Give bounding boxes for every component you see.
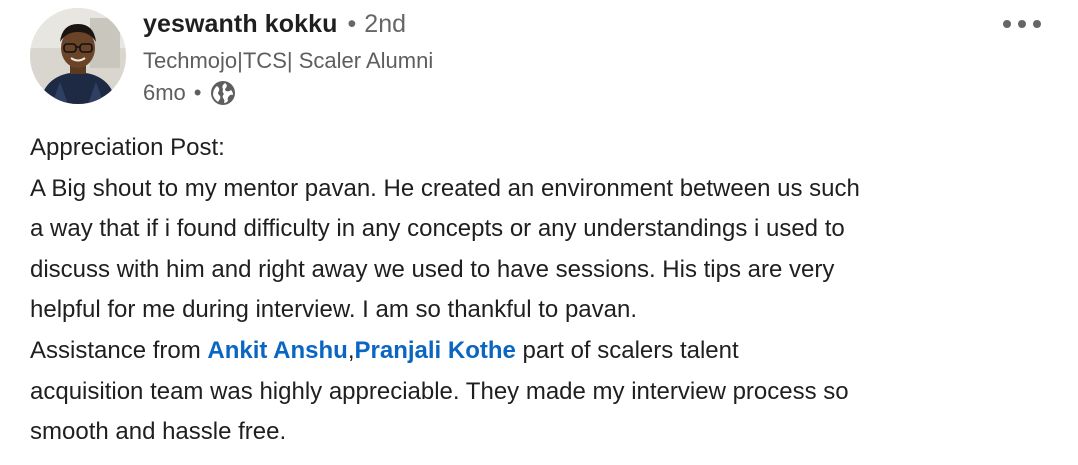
post-text-line: A Big shout to my mentor pavan. He creat… bbox=[30, 174, 860, 202]
mention-comma: , bbox=[347, 336, 355, 364]
author-name[interactable]: yeswanth kokku bbox=[143, 10, 338, 39]
name-line: yeswanth kokku • 2nd bbox=[143, 10, 433, 46]
post-text-line: a way that if i found difficulty in any … bbox=[30, 215, 845, 243]
post-text-line: acquisition team was highly appreciable.… bbox=[30, 377, 849, 405]
post-text-line: Appreciation Post: bbox=[30, 134, 225, 161]
post-body: Appreciation Post: A Big shout to my men… bbox=[30, 128, 1060, 453]
connection-degree: 2nd bbox=[364, 10, 407, 38]
avatar[interactable] bbox=[30, 8, 126, 104]
mention-pranjali-kothe[interactable]: Pranjali Kothe bbox=[355, 337, 516, 364]
more-horizontal-icon bbox=[1003, 20, 1041, 28]
mention-suffix: part of scalers talent bbox=[515, 336, 739, 364]
post-header: yeswanth kokku • 2nd Techmojo|TCS| Scale… bbox=[143, 10, 433, 108]
meta-separator: • bbox=[193, 80, 202, 105]
post-text-line: helpful for me during interview. I am so… bbox=[30, 296, 637, 324]
post-time: 6mo bbox=[143, 80, 186, 105]
more-options-button[interactable] bbox=[996, 6, 1048, 42]
avatar-image bbox=[30, 8, 126, 104]
post-text-line: discuss with him and right away we used … bbox=[30, 255, 835, 283]
post-text-line: smooth and hassle free. bbox=[30, 418, 287, 446]
author-headline: Techmojo|TCS| Scaler Alumni bbox=[143, 48, 434, 73]
post-text-line-mentions: Assistance from Ankit Anshu,Pranjali Kot… bbox=[30, 331, 1060, 372]
separator-dot: • bbox=[347, 10, 357, 38]
mention-prefix: Assistance from bbox=[30, 336, 208, 364]
mention-ankit-anshu[interactable]: Ankit Anshu bbox=[207, 337, 347, 364]
post-meta: 6mo • bbox=[143, 78, 433, 108]
linkedin-post: yeswanth kokku • 2nd Techmojo|TCS| Scale… bbox=[0, 0, 1078, 465]
globe-icon bbox=[210, 80, 236, 106]
